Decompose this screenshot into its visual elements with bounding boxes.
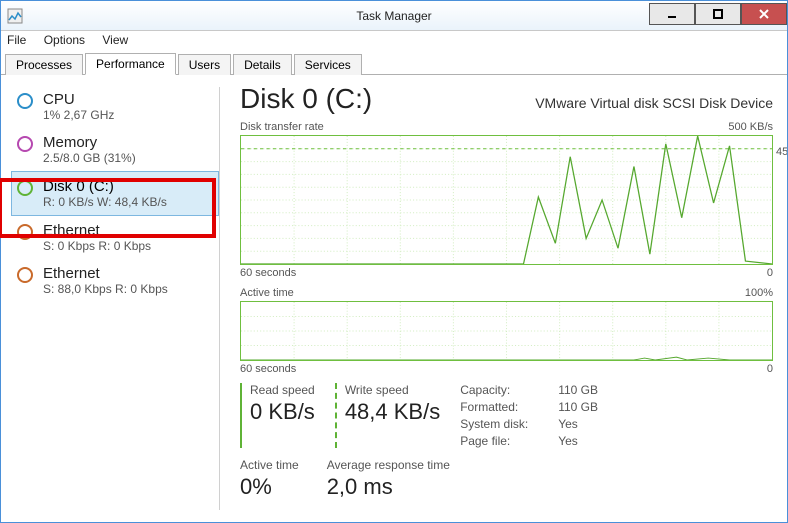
sidebar-item-ethernet1[interactable]: EthernetS: 0 Kbps R: 0 Kbps <box>13 216 219 259</box>
active-x-right: 0 <box>767 363 773 375</box>
transfer-x-right: 0 <box>767 267 773 279</box>
sysdisk-value: Yes <box>558 417 598 431</box>
active-time-value: 0% <box>240 474 299 500</box>
ethernet-icon <box>17 224 33 240</box>
tab-performance[interactable]: Performance <box>85 53 176 75</box>
sidebar-cpu-sub: 1% 2,67 GHz <box>43 108 114 122</box>
write-speed-label: Write speed <box>345 383 440 397</box>
sidebar-eth1-sub: S: 0 Kbps R: 0 Kbps <box>43 239 151 253</box>
sidebar-item-ethernet2[interactable]: EthernetS: 88,0 Kbps R: 0 Kbps <box>13 259 219 302</box>
capacity-label: Capacity: <box>460 383 550 397</box>
sidebar-disk-sub: R: 0 KB/s W: 48,4 KB/s <box>43 195 167 209</box>
ethernet-icon <box>17 267 33 283</box>
sidebar-item-disk[interactable]: Disk 0 (C:)R: 0 KB/s W: 48,4 KB/s <box>11 171 219 216</box>
tab-strip: Processes Performance Users Details Serv… <box>1 51 787 75</box>
active-x-left: 60 seconds <box>240 363 296 375</box>
disk-properties: Capacity: 110 GB Formatted: 110 GB System … <box>460 383 598 448</box>
formatted-label: Formatted: <box>460 400 550 414</box>
menu-view[interactable]: View <box>102 33 128 47</box>
write-speed-value: 48,4 KB/s <box>345 399 440 425</box>
sidebar-cpu-title: CPU <box>43 91 114 108</box>
tab-details[interactable]: Details <box>233 54 292 75</box>
minimize-button[interactable] <box>649 3 695 25</box>
main-panel: Disk 0 (C:) VMware Virtual disk SCSI Dis… <box>220 75 787 522</box>
menubar: File Options View <box>1 31 787 51</box>
tab-processes[interactable]: Processes <box>5 54 83 75</box>
active-chart <box>240 301 773 361</box>
tab-users[interactable]: Users <box>178 54 231 75</box>
menu-options[interactable]: Options <box>44 33 85 47</box>
transfer-label: Disk transfer rate <box>240 121 324 133</box>
disk-icon <box>17 180 33 196</box>
capacity-value: 110 GB <box>558 383 598 397</box>
sidebar-eth1-title: Ethernet <box>43 222 151 239</box>
close-button[interactable] <box>741 3 787 25</box>
sidebar-memory-title: Memory <box>43 134 136 151</box>
titlebar: Task Manager <box>1 1 787 31</box>
cpu-icon <box>17 93 33 109</box>
menu-file[interactable]: File <box>7 33 26 47</box>
avg-resp-label: Average response time <box>327 458 450 472</box>
tab-services[interactable]: Services <box>294 54 362 75</box>
content: CPU1% 2,67 GHz Memory2.5/8.0 GB (31%) Di… <box>1 75 787 522</box>
transfer-max: 500 KB/s <box>728 121 773 133</box>
avg-resp-value: 2,0 ms <box>327 474 450 500</box>
formatted-value: 110 GB <box>558 400 598 414</box>
transfer-marker: 450 KB/s <box>776 146 787 158</box>
device-name: VMware Virtual disk SCSI Disk Device <box>535 95 773 111</box>
memory-icon <box>17 136 33 152</box>
sidebar-memory-sub: 2.5/8.0 GB (31%) <box>43 151 136 165</box>
sidebar-item-cpu[interactable]: CPU1% 2,67 GHz <box>13 85 219 128</box>
maximize-button[interactable] <box>695 3 741 25</box>
sysdisk-label: System disk: <box>460 417 550 431</box>
active-label: Active time <box>240 287 294 299</box>
transfer-chart: 450 KB/s <box>240 135 773 265</box>
pagefile-value: Yes <box>558 434 598 448</box>
window-buttons <box>649 3 787 25</box>
sidebar-eth2-title: Ethernet <box>43 265 168 282</box>
sidebar-disk-title: Disk 0 (C:) <box>43 178 167 195</box>
page-title: Disk 0 (C:) <box>240 83 372 115</box>
active-max: 100% <box>745 287 773 299</box>
transfer-x-left: 60 seconds <box>240 267 296 279</box>
read-speed-value: 0 KB/s <box>250 399 315 425</box>
read-speed-label: Read speed <box>250 383 315 397</box>
sidebar-item-memory[interactable]: Memory2.5/8.0 GB (31%) <box>13 128 219 171</box>
stats-row: Read speed 0 KB/s Write speed 48,4 KB/s … <box>240 383 773 448</box>
app-icon <box>7 8 23 24</box>
pagefile-label: Page file: <box>460 434 550 448</box>
active-time-label: Active time <box>240 458 299 472</box>
sidebar: CPU1% 2,67 GHz Memory2.5/8.0 GB (31%) Di… <box>1 75 219 522</box>
sidebar-eth2-sub: S: 88,0 Kbps R: 0 Kbps <box>43 282 168 296</box>
